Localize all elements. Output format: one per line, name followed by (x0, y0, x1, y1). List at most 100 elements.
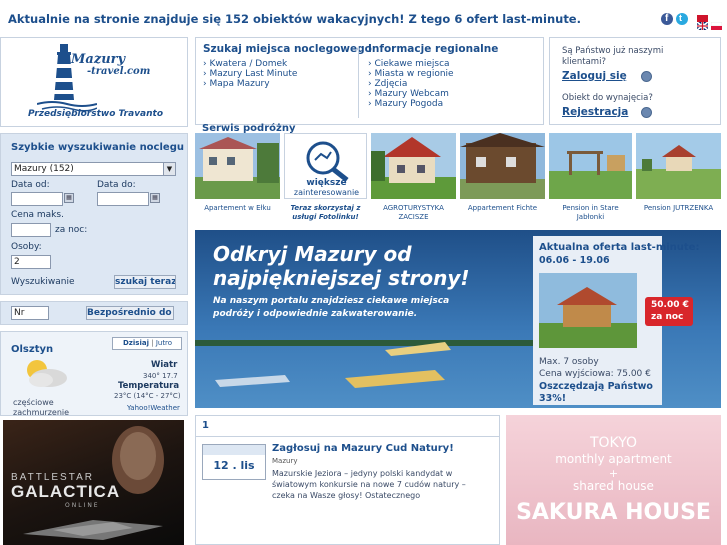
nav-link-weather[interactable]: › Mazury Pogoda (368, 99, 443, 109)
nav-divider (358, 46, 359, 118)
offer-start-price: Cena wyjściowa: 75.00 € (539, 369, 651, 379)
twitter-icon[interactable]: t (676, 13, 688, 25)
condition-line1: częściowe (13, 398, 54, 407)
weather-tabs: Dzisiaj | Jutro (112, 337, 182, 350)
offer-savings-line2: 33%! (539, 393, 567, 404)
sakura-line1: TOKYO (589, 435, 638, 451)
nav-link-map[interactable]: › Mapa Mazury (203, 79, 270, 89)
thumb-caption[interactable]: Pension JUTRZENKA (636, 204, 721, 213)
temperature-value: 23°C (14°C - 27°C) (114, 392, 181, 400)
price-badge-value: 50.00 € (651, 300, 689, 310)
thumb-agroturystyka[interactable] (371, 133, 456, 199)
battlestar-galactica-ad[interactable]: BATTLESTAR GALACTICA ONLINE (3, 420, 184, 545)
main-navigation: Szukaj miejsca noclegowego › Kwatera / D… (195, 37, 544, 125)
register-link[interactable]: Rejestracja (562, 106, 628, 118)
weather-widget: Olsztyn Dzisiaj | Jutro Wiatr 340° 17.7 … (0, 331, 188, 417)
direct-to-object-button[interactable]: Bezpośrednio do obiektu (86, 306, 174, 320)
tab-today[interactable]: Dzisiaj (113, 339, 149, 347)
thumb-apartment-elk[interactable] (195, 133, 280, 199)
client-question-line2: klientami? (562, 57, 606, 67)
weather-source-link[interactable]: Yahoo!Weather (127, 404, 180, 412)
search-now-button[interactable]: szukaj teraz (114, 275, 176, 289)
nav-link-webcam[interactable]: › Mazury Webcam (368, 89, 449, 99)
banner-text1: Na naszym portalu znajdziesz ciekawe mie… (213, 296, 450, 306)
persons-label: Osoby: (11, 242, 42, 252)
news-date: 12 . lis (213, 459, 255, 472)
thumb-pension-jutrzenka[interactable] (636, 133, 721, 199)
condition-line2: zachmurzenie (13, 408, 70, 417)
register-arrow-icon[interactable] (641, 107, 652, 118)
banner-text2: podróży i odpowiednie zakwaterowanie. (213, 309, 418, 319)
nav-link-places[interactable]: › Ciekawe miejsca (368, 59, 450, 69)
objects-count-message: Aktualnie na stronie znajduje się 152 ob… (8, 12, 581, 26)
banner-headline2: najpiękniejszej strony! (213, 266, 470, 290)
news-page-number[interactable]: 1 (202, 420, 209, 431)
offer-cabin-image (539, 273, 637, 348)
per-night-label: za noc: (55, 225, 88, 235)
sakura-line5: SAKURA HOUSE (516, 500, 711, 525)
brand-line2: -travel.com (87, 66, 151, 77)
sakura-house-ad[interactable]: TOKYO monthly apartment + shared house S… (506, 415, 721, 545)
thumb-caption[interactable]: Apartement w Ełku (195, 204, 280, 213)
promo-word1: większe (306, 178, 347, 188)
news-title[interactable]: Zagłosuj na Mazury Cud Natury! (272, 443, 454, 454)
news-body-line2: światowym konkursie na nowe 7 cudów natu… (272, 480, 466, 489)
thumb-appartement-fichte[interactable] (460, 133, 545, 199)
magnifier-icon (306, 141, 349, 182)
region-select[interactable]: Mazury (152) ▼ (11, 162, 176, 176)
tab-tomorrow[interactable]: Jutro (156, 339, 172, 347)
top-bar: Aktualnie na stronie znajduje się 152 ob… (0, 0, 727, 37)
price-badge-unit: za noc (651, 312, 684, 322)
direct-object-panel: Nr Bezpośrednio do obiektu (0, 301, 188, 325)
thumb-caption[interactable]: Appartement Fichte (460, 204, 545, 213)
ad-sub: ONLINE (65, 502, 100, 509)
chevron-down-icon: ▼ (163, 163, 175, 175)
owner-question: Obiekt do wynajęcia? (562, 93, 653, 103)
offer-dates: 06.06 - 19.06 (539, 255, 610, 266)
max-price-label: Cena maks. (11, 210, 64, 220)
price-badge: 50.00 € za noc (645, 297, 693, 326)
persons-input[interactable]: 2 (11, 255, 51, 269)
facebook-icon[interactable]: f (661, 13, 673, 25)
calendar-icon[interactable]: ▦ (64, 193, 74, 203)
nav-link-photos[interactable]: › Zdjęcia (368, 79, 407, 89)
uk-flag-icon[interactable] (696, 15, 709, 31)
date-from-label: Data od: (11, 180, 50, 190)
nav-link-cities[interactable]: › Miasta w regionie (368, 69, 454, 79)
brand-line1: Mazury (71, 52, 126, 67)
date-from-input[interactable] (11, 192, 63, 206)
thumb-caption[interactable]: Pension in Stare Jabłonki (549, 204, 632, 222)
nav-heading-regional: Informacje regionalne (368, 43, 499, 55)
news-divider (196, 436, 499, 437)
thumb-caption[interactable]: Teraz skorzystaj z usługi Fotolinku! (284, 204, 367, 222)
last-minute-offer[interactable]: Aktualna oferta last-minute: 06.06 - 19.… (533, 236, 699, 405)
news-date-card: 12 . lis (202, 444, 266, 480)
offer-max-persons: Max. 7 osoby (539, 357, 599, 367)
thumb-fotolink-promo[interactable]: większe zainteresowanie (284, 133, 367, 199)
wind-value: 340° 17.7 (143, 372, 178, 380)
banner-headline1: Odkryj Mazury od (213, 242, 412, 266)
nav-link-kwatera[interactable]: › Kwatera / Domek (203, 59, 287, 69)
news-date-card-header (203, 445, 265, 455)
temperature-label: Temperatura (118, 381, 180, 391)
news-category: Mazury (272, 457, 298, 465)
quick-search-panel: Szybkie wyszukiwanie noclegu Mazury (152… (0, 133, 188, 295)
login-arrow-icon[interactable] (641, 71, 652, 82)
news-body-line1: Mazurskie Jeziora – jedyny polski kandyd… (272, 469, 453, 478)
site-logo[interactable]: Mazury -travel.com Przedsiębiorstwo Trav… (0, 37, 188, 127)
nav-heading-accommodation: Szukaj miejsca noclegowego (203, 43, 372, 55)
search-label: Wyszukiwanie (11, 277, 75, 287)
pl-flag-icon[interactable] (710, 15, 723, 30)
max-price-input[interactable] (11, 223, 51, 237)
news-panel: 1 12 . lis Zagłosuj na Mazury Cud Natury… (195, 415, 500, 545)
calendar-icon[interactable]: ▦ (150, 193, 160, 203)
partly-cloudy-icon (27, 360, 67, 387)
nav-link-last-minute[interactable]: › Mazury Last Minute (203, 69, 297, 79)
thumb-caption[interactable]: AGROTURYSTYKA ZACISZE (371, 204, 456, 222)
thumb-pension-stare-jablonki[interactable] (549, 133, 632, 199)
object-number-input[interactable]: Nr (11, 306, 49, 320)
date-to-input[interactable] (97, 192, 149, 206)
login-link[interactable]: Zaloguj się (562, 70, 627, 82)
wind-label: Wiatr (151, 360, 178, 370)
date-to-label: Data do: (97, 180, 136, 190)
